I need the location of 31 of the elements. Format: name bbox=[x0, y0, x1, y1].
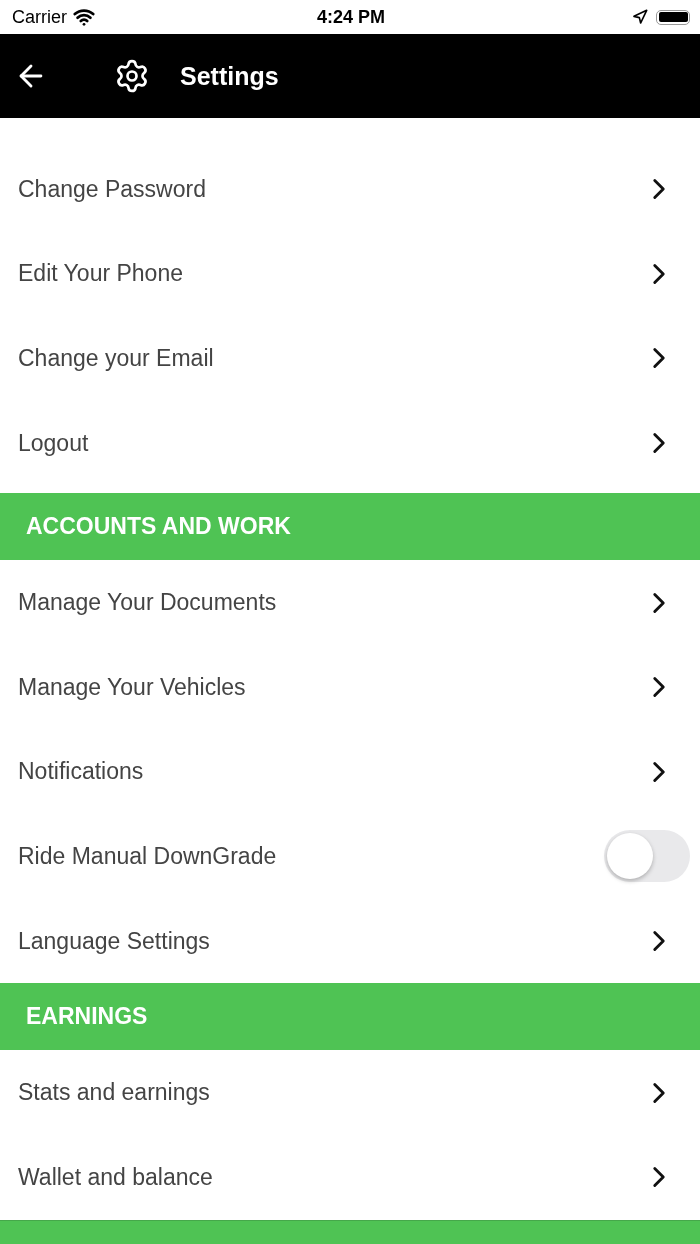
wifi-icon bbox=[73, 6, 95, 28]
settings-row[interactable]: Language Settings bbox=[0, 898, 700, 984]
row-label: Ride Manual DownGrade bbox=[18, 842, 277, 870]
section-header: ACCOUNTS AND WORK bbox=[0, 493, 700, 561]
settings-row[interactable]: Stats and earnings bbox=[0, 1050, 700, 1135]
row-label: Stats and earnings bbox=[18, 1079, 210, 1107]
section-header: EARNINGS bbox=[0, 983, 700, 1051]
row-label: Notifications bbox=[18, 758, 144, 786]
carrier-label: Carrier bbox=[12, 6, 67, 28]
settings-row[interactable]: Notifications bbox=[0, 729, 700, 815]
settings-row[interactable]: Change your Email bbox=[0, 316, 700, 401]
battery-icon bbox=[656, 9, 690, 25]
settings-row[interactable]: Manage Your Documents bbox=[0, 560, 700, 645]
toggle-switch[interactable] bbox=[604, 830, 690, 883]
row-label: Manage Your Documents bbox=[18, 589, 277, 617]
settings-row[interactable]: Edit Your Phone bbox=[0, 231, 700, 317]
settings-icon bbox=[114, 58, 150, 94]
row-label: Change Password bbox=[18, 175, 206, 203]
settings-row[interactable]: Manage Your Vehicles bbox=[0, 644, 700, 730]
row-label: Wallet and balance bbox=[18, 1163, 213, 1191]
location-icon bbox=[632, 9, 648, 25]
row-label: Change your Email bbox=[18, 345, 214, 372]
row-label: Language Settings bbox=[18, 927, 210, 955]
row-label: Manage Your Vehicles bbox=[18, 673, 246, 701]
settings-row[interactable]: Wallet and balance bbox=[0, 1134, 700, 1220]
clock-time: 4:24 PM bbox=[317, 6, 385, 28]
settings-row[interactable]: Logout bbox=[0, 400, 700, 486]
settings-row[interactable]: Change Password bbox=[0, 147, 700, 232]
row-label: Edit Your Phone bbox=[18, 260, 183, 288]
screen-title: Settings bbox=[180, 61, 279, 91]
row-label: Logout bbox=[18, 429, 89, 457]
